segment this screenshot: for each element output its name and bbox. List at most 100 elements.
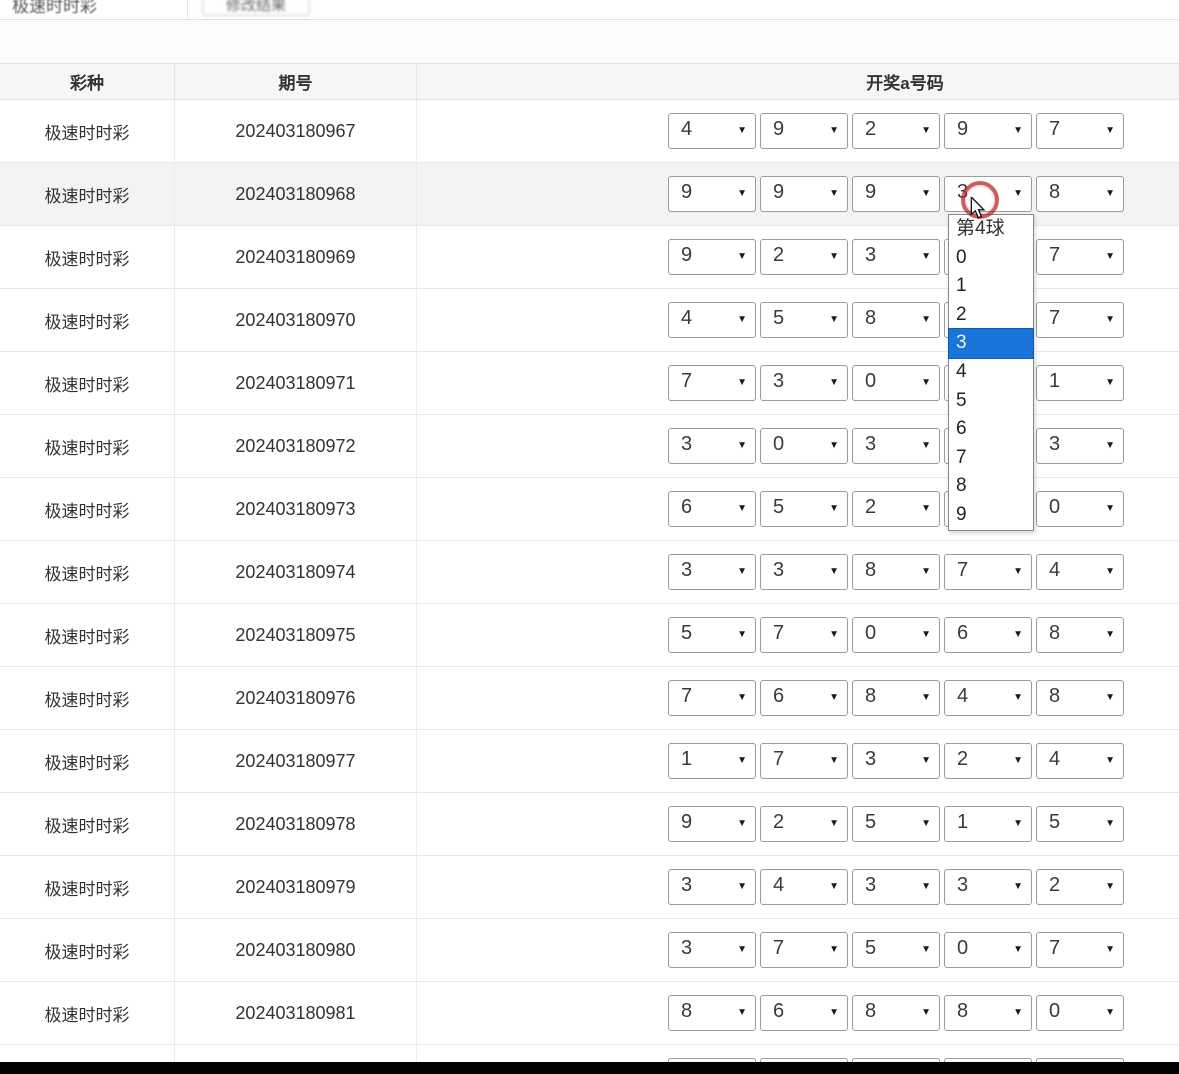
ball-4-number-select[interactable]: 3▼ bbox=[944, 869, 1032, 905]
ball-4-number-select[interactable]: 1▼ bbox=[944, 806, 1032, 842]
ball-5-number-select[interactable]: 8▼ bbox=[1036, 680, 1124, 716]
dropdown-option[interactable]: 1 bbox=[949, 272, 1033, 301]
ball-1-number-select[interactable]: 9▼ bbox=[668, 176, 756, 212]
ball-3-number-select[interactable]: 2▼ bbox=[852, 491, 940, 527]
ball-2-number-select[interactable]: 5▼ bbox=[760, 491, 848, 527]
selected-number: 9 bbox=[681, 811, 692, 834]
dropdown-option[interactable]: 2 bbox=[949, 301, 1033, 330]
ball-1-number-select[interactable]: 1▼ bbox=[668, 743, 756, 779]
ball-1-number-select[interactable]: 3▼ bbox=[668, 554, 756, 590]
ball-3-number-select[interactable]: 9▼ bbox=[852, 176, 940, 212]
ball-4-number-select[interactable]: 4▼ bbox=[944, 680, 1032, 716]
ball-2-number-select[interactable]: 6▼ bbox=[760, 995, 848, 1031]
ball-5-number-select[interactable]: 4▼ bbox=[1036, 554, 1124, 590]
ball-2-number-select[interactable]: 3▼ bbox=[760, 554, 848, 590]
ball-4-number-select[interactable]: 2▼ bbox=[944, 743, 1032, 779]
ball-3-number-select[interactable]: 2▼ bbox=[852, 113, 940, 149]
ball-3-number-select[interactable]: 3▼ bbox=[852, 869, 940, 905]
ball-2-number-select[interactable]: 2▼ bbox=[760, 806, 848, 842]
lottery-type-cell: 极速时时彩 bbox=[0, 415, 175, 478]
ball-1-number-select[interactable]: 9▼ bbox=[668, 806, 756, 842]
selected-number: 7 bbox=[773, 748, 784, 771]
ball-3-number-select[interactable]: 0▼ bbox=[852, 365, 940, 401]
selected-number: 8 bbox=[1049, 685, 1060, 708]
ball-2-number-select[interactable]: 9▼ bbox=[760, 113, 848, 149]
ball-1-number-select[interactable]: 7▼ bbox=[668, 680, 756, 716]
ball-5-number-select[interactable]: 2▼ bbox=[1036, 869, 1124, 905]
dropdown-option[interactable]: 5 bbox=[949, 387, 1033, 416]
ball-1-number-select[interactable]: 4▼ bbox=[668, 302, 756, 338]
ball-5-number-select[interactable]: 5▼ bbox=[1036, 806, 1124, 842]
bottom-black-bar bbox=[0, 1062, 1179, 1074]
ball-3-number-select[interactable]: 5▼ bbox=[852, 806, 940, 842]
ball-2-number-select[interactable]: 4▼ bbox=[760, 869, 848, 905]
ball-1-number-select[interactable]: 3▼ bbox=[668, 428, 756, 464]
lottery-type-select-value: 极速时时彩 bbox=[12, 0, 97, 17]
ball-5-number-select[interactable]: 7▼ bbox=[1036, 239, 1124, 275]
dropdown-option[interactable]: 3 bbox=[949, 329, 1033, 358]
ball-1-number-select[interactable]: 3▼ bbox=[668, 932, 756, 968]
ball-3-number-select[interactable]: 3▼ bbox=[852, 743, 940, 779]
ball-5-number-select[interactable]: 0▼ bbox=[1036, 995, 1124, 1031]
selected-number: 8 bbox=[865, 685, 876, 708]
ball-4-number-select[interactable]: 6▼ bbox=[944, 617, 1032, 653]
caret-down-icon: ▼ bbox=[829, 503, 839, 514]
ball-1-number-select[interactable]: 4▼ bbox=[668, 113, 756, 149]
lottery-type-select[interactable]: 极速时时彩 bbox=[0, 0, 188, 20]
ball-1-number-select[interactable]: 6▼ bbox=[668, 491, 756, 527]
ball-5-number-select[interactable]: 0▼ bbox=[1036, 491, 1124, 527]
selected-number: 5 bbox=[773, 496, 784, 519]
ball-3-number-select[interactable]: 8▼ bbox=[852, 302, 940, 338]
dropdown-option[interactable]: 6 bbox=[949, 415, 1033, 444]
dropdown-option[interactable]: 7 bbox=[949, 444, 1033, 473]
ball-5-number-select[interactable]: 8▼ bbox=[1036, 617, 1124, 653]
ball-4-number-select[interactable]: 7▼ bbox=[944, 554, 1032, 590]
ball-3-number-select[interactable]: 5▼ bbox=[852, 932, 940, 968]
dropdown-option[interactable]: 0 bbox=[949, 244, 1033, 273]
ball-2-number-select[interactable]: 7▼ bbox=[760, 617, 848, 653]
ball-5-number-select[interactable]: 3▼ bbox=[1036, 428, 1124, 464]
ball-3-number-select[interactable]: 3▼ bbox=[852, 239, 940, 275]
ball-2-number-select[interactable]: 2▼ bbox=[760, 239, 848, 275]
dropdown-option[interactable]: 9 bbox=[949, 501, 1033, 530]
selected-number: 8 bbox=[681, 1000, 692, 1023]
ball-2-number-select[interactable]: 5▼ bbox=[760, 302, 848, 338]
ball-5-number-select[interactable]: 4▼ bbox=[1036, 743, 1124, 779]
ball-5-number-select[interactable]: 1▼ bbox=[1036, 365, 1124, 401]
ball-3-number-select[interactable]: 8▼ bbox=[852, 680, 940, 716]
ball-2-number-select[interactable]: 3▼ bbox=[760, 365, 848, 401]
ball-1-number-select[interactable]: 8▼ bbox=[668, 995, 756, 1031]
caret-down-icon: ▼ bbox=[921, 629, 931, 640]
ball-3-number-select[interactable]: 3▼ bbox=[852, 428, 940, 464]
ball-4-number-select[interactable]: 0▼ bbox=[944, 932, 1032, 968]
issue-number-cell: 202403180973 bbox=[175, 478, 417, 541]
selected-number: 2 bbox=[957, 748, 968, 771]
ball-5-number-select[interactable]: 8▼ bbox=[1036, 176, 1124, 212]
caret-down-icon: ▼ bbox=[921, 188, 931, 199]
ball-3-number-select[interactable]: 0▼ bbox=[852, 617, 940, 653]
ball-2-number-select[interactable]: 0▼ bbox=[760, 428, 848, 464]
ball-2-number-select[interactable]: 7▼ bbox=[760, 743, 848, 779]
ball-5-number-select[interactable]: 7▼ bbox=[1036, 302, 1124, 338]
ball-4-number-select[interactable]: 9▼ bbox=[944, 113, 1032, 149]
ball-3-number-select[interactable]: 8▼ bbox=[852, 554, 940, 590]
ball-5-number-select[interactable]: 7▼ bbox=[1036, 932, 1124, 968]
ball-2-number-select[interactable]: 6▼ bbox=[760, 680, 848, 716]
ball-2-number-select[interactable]: 7▼ bbox=[760, 932, 848, 968]
ball-5-number-select[interactable]: 7▼ bbox=[1036, 113, 1124, 149]
dropdown-option[interactable]: 4 bbox=[949, 358, 1033, 387]
ball-1-number-select[interactable]: 7▼ bbox=[668, 365, 756, 401]
selected-number: 2 bbox=[1049, 874, 1060, 897]
selected-number: 0 bbox=[957, 937, 968, 960]
caret-down-icon: ▼ bbox=[829, 566, 839, 577]
ball-1-number-select[interactable]: 9▼ bbox=[668, 239, 756, 275]
ball-1-number-select[interactable]: 3▼ bbox=[668, 869, 756, 905]
ball-2-number-select[interactable]: 9▼ bbox=[760, 176, 848, 212]
lottery-type-cell: 极速时时彩 bbox=[0, 856, 175, 919]
ball-3-number-select[interactable]: 8▼ bbox=[852, 995, 940, 1031]
ball-1-number-select[interactable]: 5▼ bbox=[668, 617, 756, 653]
dropdown-option[interactable]: 8 bbox=[949, 472, 1033, 501]
modify-results-button[interactable]: 修改结果 bbox=[202, 0, 310, 16]
ball-4-number-select[interactable]: 8▼ bbox=[944, 995, 1032, 1031]
caret-down-icon: ▼ bbox=[737, 125, 747, 136]
